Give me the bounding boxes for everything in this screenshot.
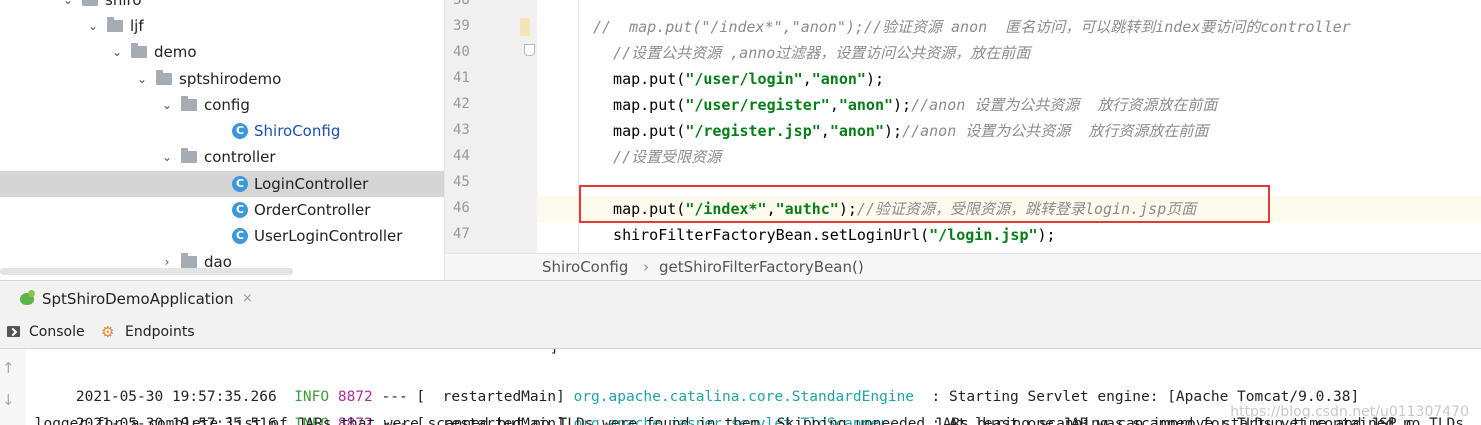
tree-item-label: controller xyxy=(204,148,276,166)
class-icon: C xyxy=(232,123,248,139)
string-literal: "/login.jsp" xyxy=(929,226,1038,244)
code-token: ); xyxy=(865,70,884,88)
chevron-down-icon[interactable]: ⌄ xyxy=(136,66,148,92)
tree-item-label: shiro xyxy=(105,0,142,9)
folder-icon xyxy=(181,148,197,163)
scroll-up-icon[interactable]: ↑ xyxy=(2,359,15,377)
code-line: shiroFilterFactoryBean.setLoginUrl("/log… xyxy=(537,222,1481,248)
watermark: https://blog.csdn.net/u011307470 xyxy=(1230,404,1469,420)
code-token: , xyxy=(820,122,830,140)
chevron-down-icon[interactable]: ⌄ xyxy=(161,144,173,170)
code-comment: // map.put("/index*","anon");//验证资源 anon… xyxy=(593,18,1351,36)
class-icon: C xyxy=(232,228,248,244)
breadcrumb: ShiroConfig › getShiroFilterFactoryBean(… xyxy=(445,253,1481,281)
tab-endpoints[interactable]: Endpoints xyxy=(125,316,195,348)
endpoints-icon: ⚙ xyxy=(101,323,115,341)
code-line: // map.put("/index*","anon");//验证资源 anon… xyxy=(537,14,1481,40)
code-token: map.put( xyxy=(595,96,686,114)
tree-item-ljf[interactable]: ⌄ ljf xyxy=(0,13,444,39)
tree-item-shiroconfig[interactable]: C ShiroConfig xyxy=(0,118,444,144)
close-icon[interactable]: × xyxy=(242,281,253,317)
folder-icon xyxy=(181,253,197,268)
string-literal: "anon" xyxy=(838,96,894,114)
folder-icon xyxy=(156,70,172,85)
code-comment: //anon 设置为公共资源 放行资源放在前面 xyxy=(911,96,1218,114)
code-line: map.put("/user/login","anon"); xyxy=(537,66,1481,92)
code-token: , xyxy=(802,70,812,88)
code-token: , xyxy=(829,96,839,114)
chevron-down-icon[interactable]: ⌄ xyxy=(87,13,99,39)
editor-gutter: 38 39 40 41 42 43 44 45 46 47 xyxy=(445,0,537,253)
string-literal: "anon" xyxy=(829,122,884,140)
tree-item-controller[interactable]: ⌄ controller xyxy=(0,144,444,170)
tree-item-userlogincontroller[interactable]: C UserLoginController xyxy=(0,223,444,249)
code-comment: //设置公共资源 ,anno过滤器，设置访问公共资源，放在前面 xyxy=(595,44,1031,62)
tab-console[interactable]: Console xyxy=(29,316,85,348)
scroll-down-icon[interactable]: ↓ xyxy=(2,391,15,409)
string-literal: "/user/login" xyxy=(685,70,803,88)
breadcrumb-item-method[interactable]: getShiroFilterFactoryBean() xyxy=(659,254,864,281)
project-tree: ⌄ shiro ⌄ ljf ⌄ demo ⌄ sptshirodemo ⌄ config C Shir… xyxy=(0,0,444,280)
class-icon: C xyxy=(232,176,248,192)
code-comment: //anon 设置为公共资源 放行资源放在前面 xyxy=(902,122,1209,140)
folder-icon xyxy=(107,17,123,32)
tree-item-label: sptshirodemo xyxy=(179,70,282,88)
chevron-down-icon[interactable]: ⌄ xyxy=(111,39,123,65)
folder-icon xyxy=(131,43,147,58)
run-panel-header: SptShiroDemoApplication × xyxy=(0,280,1481,317)
tree-item-shiro[interactable]: ⌄ shiro xyxy=(0,0,444,13)
string-literal: "/user/register" xyxy=(685,96,830,114)
string-literal: "/register.jsp" xyxy=(685,122,821,140)
tree-item-logincontroller[interactable]: C LoginController xyxy=(0,171,444,197)
chevron-down-icon[interactable]: ⌄ xyxy=(161,92,173,118)
log-line: 2021-05-30 19:57:35.266 INFO 8872 --- [ … xyxy=(41,357,1481,405)
bookmark-marker xyxy=(520,18,530,36)
tree-item-label: ljf xyxy=(130,17,144,35)
breadcrumb-separator: › xyxy=(643,258,649,276)
tree-item-label: OrderController xyxy=(254,201,371,219)
chevron-down-icon[interactable]: ⌄ xyxy=(62,0,74,13)
code-token: ); xyxy=(884,122,903,140)
console-gutter: ↑ ↓ xyxy=(0,349,26,425)
spring-boot-icon xyxy=(20,290,35,305)
run-config-title: SptShiroDemoApplication xyxy=(42,290,234,308)
tree-item-label: config xyxy=(204,96,250,114)
code-line: //设置公共资源 ,anno过滤器，设置访问公共资源，放在前面 xyxy=(537,40,1481,66)
code-line: //设置受限资源 xyxy=(537,144,1481,170)
code-line: map.put("/user/register","anon");//anon … xyxy=(537,92,1481,118)
code-token: map.put( xyxy=(595,70,686,88)
code-line: map.put("/register.jsp","anon");//anon 设… xyxy=(537,118,1481,144)
code-token: map.put( xyxy=(595,122,686,140)
tree-item-sptshirodemo[interactable]: ⌄ sptshirodemo xyxy=(0,66,444,92)
tree-item-label: ShiroConfig xyxy=(254,122,341,140)
tree-item-label: UserLoginController xyxy=(254,227,403,245)
tree-item-ordercontroller[interactable]: C OrderController xyxy=(0,197,444,223)
code-token: shiroFilterFactoryBean.setLoginUrl( xyxy=(595,226,930,244)
tree-horizontal-scrollbar[interactable] xyxy=(0,268,293,275)
console-icon xyxy=(7,326,20,337)
code-token: ); xyxy=(1037,226,1056,244)
code-token: ); xyxy=(893,96,912,114)
class-icon: C xyxy=(232,202,248,218)
tree-item-label: demo xyxy=(154,43,197,61)
folder-icon xyxy=(181,96,197,111)
breadcrumb-item-class[interactable]: ShiroConfig xyxy=(542,254,628,281)
highlight-annotation-box xyxy=(579,185,1270,223)
fold-icon[interactable] xyxy=(524,44,535,56)
folder-icon xyxy=(82,0,98,6)
tree-item-label: LoginController xyxy=(254,175,369,193)
tree-item-demo[interactable]: ⌄ demo xyxy=(0,39,444,65)
string-literal: "anon" xyxy=(811,70,866,88)
tree-item-config[interactable]: ⌄ config xyxy=(0,92,444,118)
code-comment: //设置受限资源 xyxy=(595,148,722,166)
run-tool-tabs: Console ⚙ Endpoints xyxy=(0,316,1481,349)
